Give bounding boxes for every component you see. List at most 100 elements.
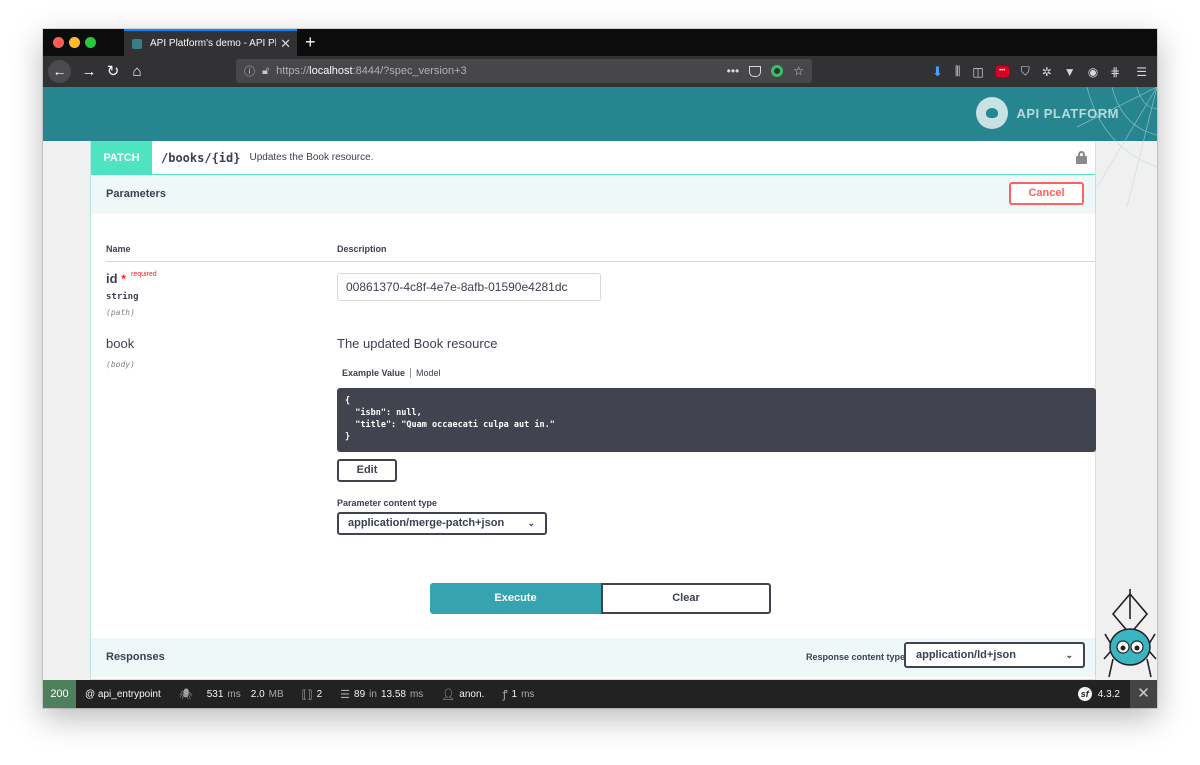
extension-icon[interactable]: ✲ [1042, 65, 1052, 79]
responses-title: Responses [106, 650, 165, 663]
operation-summary-text: Updates the Book resource. [249, 152, 374, 163]
symfony-logo-icon[interactable]: sf [1077, 687, 1092, 701]
body-description: The updated Book resource [337, 336, 498, 351]
page-actions-icon[interactable]: ••• [727, 64, 740, 78]
response-content-type-value: application/ld+json [916, 649, 1016, 661]
render-unit: ms [521, 688, 535, 700]
bookmark-star-icon[interactable]: ☆ [793, 64, 804, 78]
spider-logo-icon [976, 97, 1009, 129]
navigation-bar: ← → ↻ ⌂ ⓘ 🔓︎ https://localhost:8444/?spe… [43, 56, 1157, 87]
lock-icon[interactable] [1076, 151, 1087, 164]
security-panel[interactable]: 👤︎ anon. [432, 680, 493, 708]
forward-button[interactable]: → [79, 56, 99, 87]
url-text: https://localhost:8444/?spec_version+3 [276, 65, 467, 77]
account-icon[interactable]: ◉ [1088, 65, 1098, 79]
tab-close-icon[interactable]: ✕ [280, 37, 291, 50]
info-icon[interactable]: ⓘ [244, 63, 255, 79]
tab-title: API Platform's demo - API Platf [150, 38, 277, 49]
grid-extension-icon[interactable]: ⋕ [1110, 65, 1120, 79]
tab-example-value[interactable]: Example Value [342, 368, 412, 378]
route-panel[interactable]: @ api_entrypoint [76, 680, 170, 708]
cancel-button[interactable]: Cancel [1009, 182, 1084, 205]
database-panel[interactable]: ☰ 89 in 13.58 ms [331, 680, 432, 708]
edit-button[interactable]: Edit [337, 459, 397, 482]
parameter-content-type-value: application/merge-patch+json [348, 517, 505, 529]
code-line: "isbn": null, [345, 408, 422, 418]
shield-icon[interactable]: ⛉ [1021, 64, 1030, 79]
param-name-id: id * [106, 271, 126, 286]
download-icon[interactable]: ⬇ [932, 64, 943, 80]
close-window-button[interactable] [53, 37, 64, 48]
db-in: in [369, 688, 377, 700]
db-queries: 89 [354, 688, 366, 700]
minimize-window-button[interactable] [69, 37, 80, 48]
close-toolbar-icon[interactable]: ✕ [1130, 680, 1157, 708]
code-line: "title": "Quam occaecati culpa aut in." [345, 420, 555, 430]
pocket-icon[interactable] [749, 65, 762, 77]
new-tab-button[interactable]: + [305, 31, 316, 53]
menu-icon[interactable]: ☰ [1136, 65, 1147, 79]
operation-summary[interactable]: PATCH /books/{id} Updates the Book resou… [91, 140, 1095, 175]
response-content-type-select[interactable]: application/ld+json ⌄ [904, 642, 1085, 668]
requests-count: 2 [316, 688, 323, 700]
parameters-header: Parameters Cancel [91, 175, 1095, 212]
logo-text: API PLATFORM [1016, 105, 1119, 121]
required-label: required [131, 271, 157, 278]
extension-green-icon[interactable] [771, 65, 784, 77]
api-platform-icon: 🕷︎ [178, 688, 193, 701]
twig-panel[interactable]: ꝭ 1 ms [493, 680, 543, 708]
example-model-tabs: Example Value Model [342, 368, 441, 378]
lastpass-icon[interactable]: ••• [995, 66, 1009, 77]
chevron-down-icon: ⌄ [1065, 650, 1073, 660]
time-unit: ms [227, 688, 241, 700]
symfony-version[interactable]: 4.3.2 [1098, 689, 1120, 700]
user-name: anon. [459, 688, 485, 700]
page-content: API PLATFORM PATCH /books/{id} Updates t… [43, 87, 1157, 680]
reload-button[interactable]: ↻ [103, 56, 123, 87]
response-content-type-label: Response content type [805, 652, 905, 662]
tab-strip: API Platform's demo - API Platf ✕ + [43, 29, 1157, 56]
api-platform-topbar: API PLATFORM [43, 87, 1157, 208]
performance-panel[interactable]: 🕷︎ 531 ms 2.0 MB [170, 680, 293, 708]
ajax-icon: ⟦⟧ [301, 688, 313, 701]
sidebar-icon[interactable]: ◫ [972, 65, 983, 79]
execute-button[interactable]: Execute [430, 583, 601, 614]
library-icon[interactable]: ⫼ [955, 64, 961, 79]
favicon-icon [132, 38, 142, 49]
browser-window: API Platform's demo - API Platf ✕ + ← → … [43, 29, 1157, 708]
url-bar[interactable]: ⓘ 🔓︎ https://localhost:8444/?spec_versio… [236, 59, 812, 83]
parameters-title: Parameters [106, 187, 166, 200]
chevron-down-icon: ⌄ [527, 518, 535, 528]
render-value: 1 [511, 688, 518, 700]
code-line: } [345, 432, 351, 442]
back-button[interactable]: ← [48, 60, 71, 83]
database-icon: ☰ [340, 688, 351, 701]
status-code-badge[interactable]: 200 [43, 680, 76, 708]
insecure-lock-icon[interactable]: 🔓︎ [262, 65, 269, 78]
code-line: { [345, 396, 351, 406]
db-time: 13.58 [380, 688, 406, 700]
browser-tab[interactable]: API Platform's demo - API Platf ✕ [124, 29, 297, 56]
param-location-id: (path) [106, 308, 135, 317]
route-name: @ api_entrypoint [85, 688, 161, 700]
param-name-book: book [106, 336, 135, 351]
api-platform-logo[interactable]: API PLATFORM [976, 97, 1119, 129]
param-location-book: (body) [106, 360, 135, 369]
param-type-id: string [106, 292, 139, 302]
example-value-code[interactable]: { "isbn": null, "title": "Quam occaecati… [337, 388, 1096, 452]
requests-panel[interactable]: ⟦⟧ 2 [293, 680, 331, 708]
column-header-name: Name [106, 244, 131, 254]
vue-devtools-icon[interactable]: ▼ [1064, 65, 1076, 79]
method-badge: PATCH [91, 140, 152, 175]
clear-button[interactable]: Clear [601, 583, 771, 614]
home-button[interactable]: ⌂ [127, 56, 147, 87]
tab-model[interactable]: Model [411, 368, 441, 378]
header-divider [106, 261, 1095, 262]
operation-path: /books/{id} [161, 150, 241, 165]
id-input[interactable]: 00861370-4c8f-4e7e-8afb-01590e4281dc [337, 273, 601, 301]
time-value: 531 [206, 688, 224, 700]
db-unit: ms [409, 688, 424, 700]
memory-value: 2.0 [250, 688, 265, 700]
parameter-content-type-select[interactable]: application/merge-patch+json ⌄ [337, 512, 547, 535]
maximize-window-button[interactable] [85, 37, 96, 48]
